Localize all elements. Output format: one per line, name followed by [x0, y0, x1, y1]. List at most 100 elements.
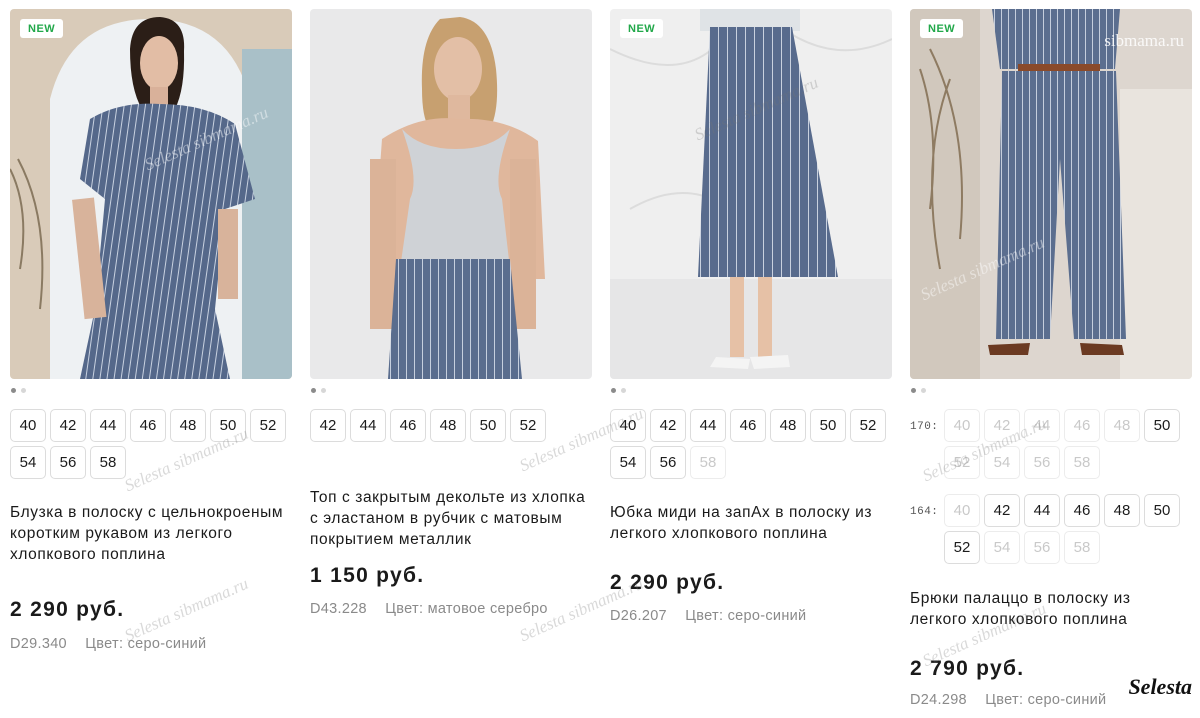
product-color: Цвет: матовое серебро	[385, 601, 548, 617]
new-badge: NEW	[620, 19, 664, 38]
size-option-unavailable: 52	[944, 446, 980, 479]
size-option[interactable]: 46	[1064, 494, 1100, 527]
size-option-unavailable: 54	[984, 531, 1020, 564]
size-selector: 40 42 44 46 48 50 52 54 56 58	[10, 409, 292, 479]
size-option[interactable]: 50	[470, 409, 506, 442]
size-option-unavailable: 58	[690, 446, 726, 479]
size-option[interactable]: 42	[650, 409, 686, 442]
product-color: Цвет: серо-синий	[85, 636, 207, 652]
size-option[interactable]: 54	[10, 446, 46, 479]
pagination-dot[interactable]	[921, 388, 926, 393]
site-watermark: sibmama.ru	[1104, 31, 1184, 50]
product-title[interactable]: Брюки палаццо в полоску из легкого хлопк…	[910, 588, 1192, 630]
pagination-dot[interactable]	[321, 388, 326, 393]
product-photo[interactable]	[310, 9, 592, 379]
pagination-dot-active[interactable]	[611, 388, 616, 393]
pagination-dot-active[interactable]	[11, 388, 16, 393]
size-option[interactable]: 46	[390, 409, 426, 442]
height-label-164: 164:	[910, 506, 939, 518]
product-sku: D24.298	[910, 692, 967, 708]
size-option[interactable]: 46	[130, 409, 166, 442]
size-option[interactable]: 44	[1024, 494, 1060, 527]
size-option[interactable]: 56	[50, 446, 86, 479]
image-pagination[interactable]	[311, 388, 326, 393]
size-option[interactable]: 42	[310, 409, 346, 442]
size-selector: 42 44 46 48 50 52	[310, 409, 592, 442]
product-sku: D43.228	[310, 601, 367, 617]
size-row-164: 40 42 44 46 48 50	[944, 494, 1180, 527]
size-option-unavailable: 48	[1104, 409, 1140, 442]
product-meta: D29.340 Цвет: серо-синий	[10, 636, 206, 652]
size-option[interactable]: 52	[944, 531, 980, 564]
size-option-unavailable: 40	[944, 494, 980, 527]
product-color: Цвет: серо-синий	[985, 692, 1107, 708]
product-title[interactable]: Юбка миди на запАх в полоску из легкого …	[610, 502, 892, 544]
signature-watermark: Selesta	[1128, 674, 1192, 699]
size-option-unavailable: 40	[944, 409, 980, 442]
size-option[interactable]: 42	[984, 494, 1020, 527]
size-option[interactable]: 48	[770, 409, 806, 442]
size-selector: 40 42 44 46 48 50 52 54 56 58	[610, 409, 892, 479]
pagination-dot-active[interactable]	[311, 388, 316, 393]
image-pagination[interactable]	[11, 388, 26, 393]
size-row-170-cont: 52 54 56 58	[944, 446, 1100, 479]
size-option[interactable]: 42	[50, 409, 86, 442]
size-option-unavailable: 44	[1024, 409, 1060, 442]
size-option[interactable]: 54	[610, 446, 646, 479]
size-option-unavailable: 56	[1024, 531, 1060, 564]
size-option-unavailable: 58	[1064, 446, 1100, 479]
top-photo-illustration	[310, 9, 592, 379]
size-option[interactable]: 46	[730, 409, 766, 442]
product-title[interactable]: Блузка в полоску с цельнокроеным коротки…	[10, 502, 292, 565]
size-option-unavailable: 58	[1064, 531, 1100, 564]
blouse-photo-illustration	[10, 9, 292, 379]
size-option[interactable]: 44	[690, 409, 726, 442]
product-price: 2 290 руб.	[10, 598, 125, 621]
size-option[interactable]: 52	[250, 409, 286, 442]
new-badge: NEW	[20, 19, 64, 38]
size-option-unavailable: 42	[984, 409, 1020, 442]
product-price: 1 150 руб.	[310, 564, 425, 587]
pagination-dot[interactable]	[21, 388, 26, 393]
product-price: 2 290 руб.	[610, 571, 725, 594]
skirt-photo-illustration	[610, 9, 892, 379]
product-meta: D43.228 Цвет: матовое серебро	[310, 601, 548, 617]
size-option[interactable]: 50	[1144, 409, 1180, 442]
size-option[interactable]: 44	[350, 409, 386, 442]
size-option[interactable]: 50	[1144, 494, 1180, 527]
product-photo[interactable]: NEW Selesta sibmama.ru	[10, 9, 292, 379]
product-sku: D29.340	[10, 636, 67, 652]
size-option[interactable]: 48	[430, 409, 466, 442]
size-option[interactable]: 40	[610, 409, 646, 442]
product-price: 2 790 руб.	[910, 657, 1025, 680]
size-option[interactable]: 50	[210, 409, 246, 442]
size-option[interactable]: 44	[90, 409, 126, 442]
pagination-dot[interactable]	[621, 388, 626, 393]
pagination-dot-active[interactable]	[911, 388, 916, 393]
image-pagination[interactable]	[911, 388, 926, 393]
product-title[interactable]: Топ с закрытым декольте из хлопка с элас…	[310, 487, 592, 550]
height-label-170: 170:	[910, 421, 939, 433]
product-photo[interactable]: NEW sibmama.ru Selesta sibmama.ru	[910, 9, 1192, 379]
size-option[interactable]: 58	[90, 446, 126, 479]
size-row-164-cont: 52 54 56 58	[944, 531, 1100, 564]
product-sku: D26.207	[610, 608, 667, 624]
trousers-photo-illustration	[910, 9, 1192, 379]
image-pagination[interactable]	[611, 388, 626, 393]
size-option[interactable]: 56	[650, 446, 686, 479]
new-badge: NEW	[920, 19, 964, 38]
product-meta: D26.207 Цвет: серо-синий	[610, 608, 806, 624]
size-row-170: 40 42 44 46 48 50	[944, 409, 1180, 442]
size-option[interactable]: 48	[1104, 494, 1140, 527]
product-photo[interactable]: NEW Selesta sibmama.ru	[610, 9, 892, 379]
size-option-unavailable: 46	[1064, 409, 1100, 442]
product-meta: D24.298 Цвет: серо-синий	[910, 692, 1106, 708]
product-color: Цвет: серо-синий	[685, 608, 807, 624]
size-option-unavailable: 54	[984, 446, 1020, 479]
size-option[interactable]: 52	[850, 409, 886, 442]
size-option[interactable]: 40	[10, 409, 46, 442]
size-option-unavailable: 56	[1024, 446, 1060, 479]
size-option[interactable]: 48	[170, 409, 206, 442]
size-option[interactable]: 52	[510, 409, 546, 442]
size-option[interactable]: 50	[810, 409, 846, 442]
